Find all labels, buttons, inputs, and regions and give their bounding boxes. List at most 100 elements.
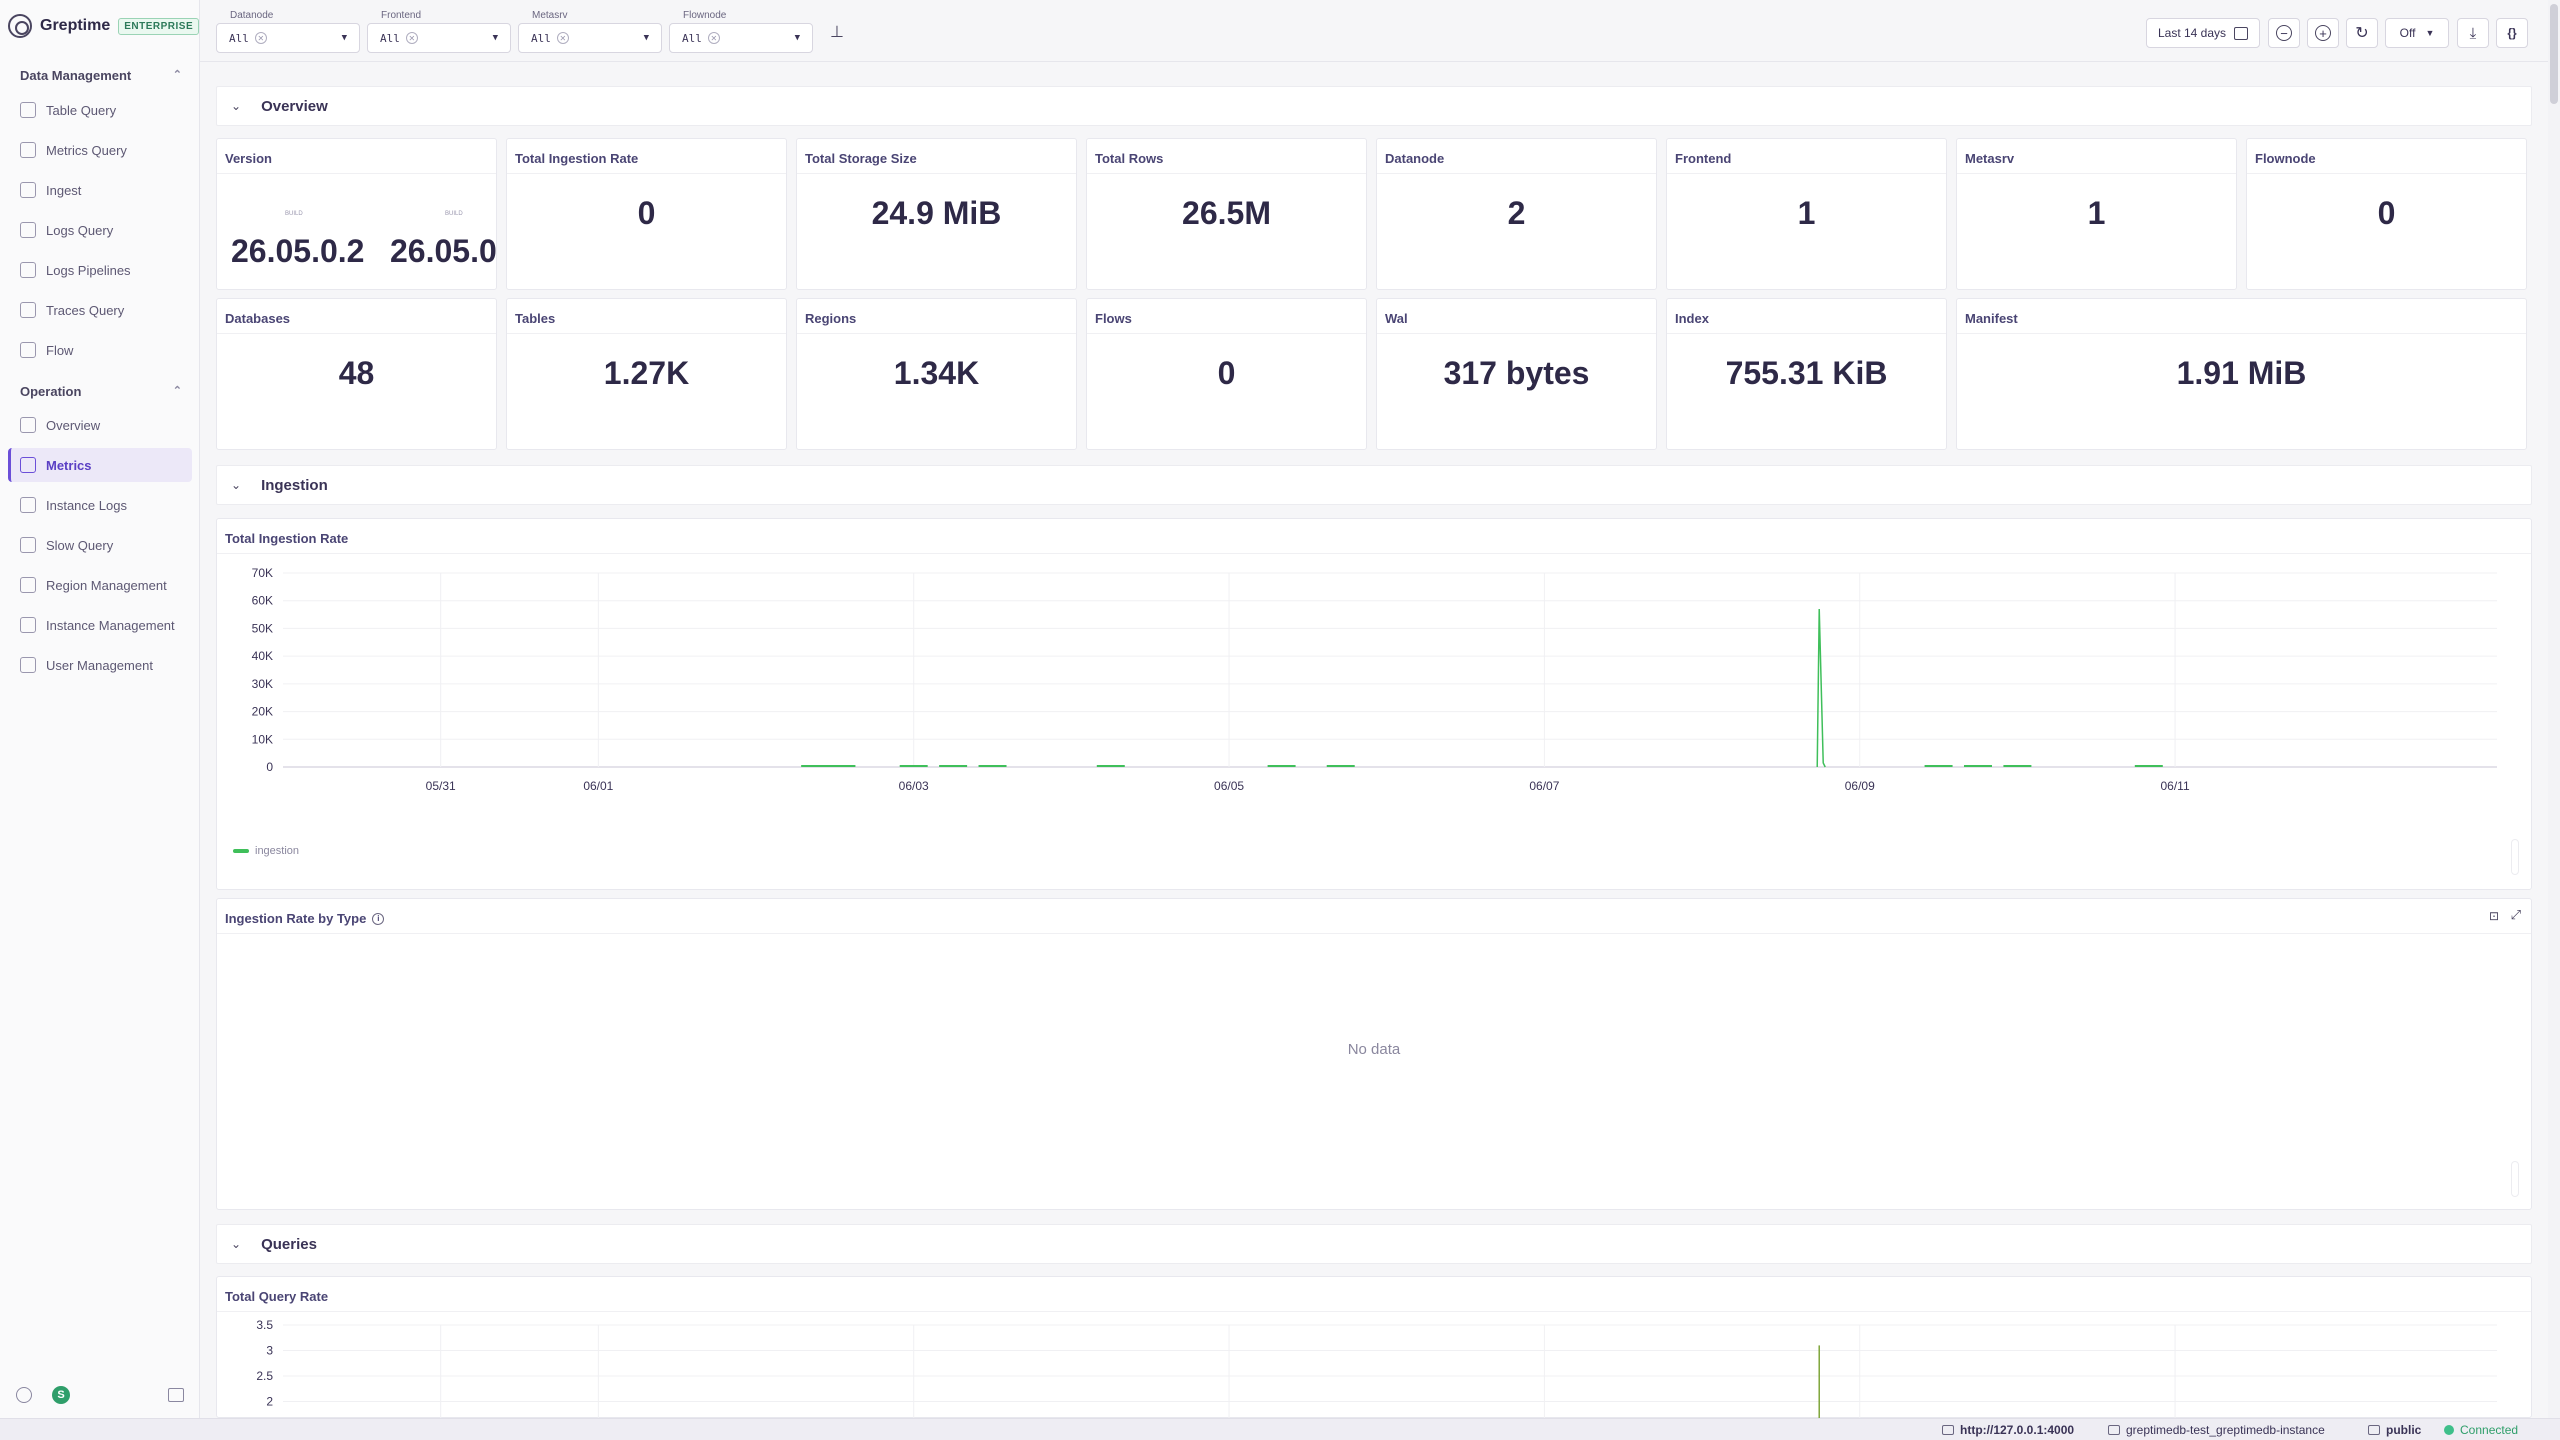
plus-circle-icon: +	[2315, 25, 2331, 41]
braces-icon: {}	[2507, 26, 2517, 40]
clear-icon[interactable]: ✕	[556, 32, 569, 44]
edition-badge: ENTERPRISE	[118, 17, 200, 35]
filter-frontend-select[interactable]: All ✕ ▼	[367, 23, 511, 53]
sidebar-item-ingest[interactable]: Ingest	[8, 173, 192, 207]
zoom-in-button[interactable]: +	[2307, 18, 2339, 48]
section-header-ingestion[interactable]: ⌄ Ingestion	[216, 465, 2532, 505]
panel-total-query-rate: Total Query Rate 2 2.5 3 3.5	[216, 1276, 2532, 1419]
sidebar-item-table-query[interactable]: Table Query	[8, 93, 192, 127]
no-data-message: No data	[1347, 1041, 1401, 1058]
user-icon	[20, 657, 36, 673]
sidebar-item-logs-query[interactable]: Logs Query	[8, 213, 192, 247]
chart-legend[interactable]: ingestion	[233, 845, 299, 857]
layers-icon	[20, 302, 36, 318]
sidebar-item-traces-query[interactable]: Traces Query	[8, 293, 192, 327]
sidebar-item-user-management[interactable]: User Management	[8, 648, 192, 682]
stat-value: 26.5M	[1182, 195, 1271, 231]
sidebar-item-flow[interactable]: Flow	[8, 333, 192, 367]
avatar[interactable]: S	[52, 1386, 70, 1404]
clear-icon[interactable]: ✕	[405, 32, 418, 44]
section-header-queries[interactable]: ⌄ Queries	[216, 1224, 2532, 1264]
card-total-ingestion-rate: Total Ingestion Rate 0	[506, 138, 787, 290]
time-range-picker[interactable]: Last 14 days	[2146, 18, 2260, 48]
card-flows: Flows 0	[1086, 298, 1367, 450]
sidebar-item-logs-pipelines[interactable]: Logs Pipelines	[8, 253, 192, 287]
filter-datanode-select[interactable]: All ✕ ▼	[216, 23, 360, 53]
sidebar-item-instance-management[interactable]: Instance Management	[8, 608, 192, 642]
stat-value: 1.27K	[603, 355, 690, 391]
sidebar-item-metrics-query[interactable]: Metrics Query	[8, 133, 192, 167]
stat-value: 1	[2087, 195, 2106, 231]
stat-value: 317 bytes	[1443, 355, 1590, 391]
panel-scroll-handle[interactable]	[2511, 1161, 2519, 1197]
stat-value: 0	[1217, 355, 1236, 391]
pin-icon[interactable]: ⊥	[830, 22, 844, 42]
filter-metasrv-select[interactable]: All ✕ ▼	[518, 23, 662, 53]
sidebar-item-instance-logs[interactable]: Instance Logs	[8, 488, 192, 522]
clear-icon[interactable]: ✕	[254, 32, 267, 44]
sidebar: Greptime ENTERPRISE Data Management ⌃ Tab…	[0, 0, 200, 1418]
panel-scroll-handle[interactable]	[2511, 839, 2519, 875]
y-tick-label: 40K	[252, 649, 273, 663]
y-tick-label: 50K	[252, 621, 273, 635]
brand-name: Greptime	[40, 17, 111, 34]
upload-icon	[20, 182, 36, 198]
card-metasrv: Metasrv 1	[1956, 138, 2237, 290]
version-value-1: 26.05.0.2	[231, 233, 365, 269]
section-header-overview[interactable]: ⌄ Overview	[216, 86, 2532, 126]
status-host[interactable]: http://127.0.0.1:4000	[1942, 1423, 2074, 1437]
collapse-sidebar-icon[interactable]	[168, 1388, 184, 1402]
x-tick-label: 06/07	[1529, 779, 1559, 793]
inspect-icon[interactable]: ⊡	[2489, 909, 2499, 923]
expand-icon[interactable]: ⤢	[2511, 907, 2521, 923]
zoom-out-button[interactable]: −	[2268, 18, 2300, 48]
stat-value: 1.34K	[893, 355, 980, 391]
card-datanode: Datanode 2	[1376, 138, 1657, 290]
gauge-icon	[20, 537, 36, 553]
database-icon	[2368, 1425, 2380, 1435]
stat-value: 48	[338, 355, 375, 391]
y-tick-label: 3.5	[256, 1318, 273, 1332]
card-version: Version BUILD BUILD 26.05.0.2 26.05.0	[216, 138, 497, 290]
region-icon	[20, 577, 36, 593]
y-tick-label: 60K	[252, 594, 273, 608]
section-data-management[interactable]: Data Management ⌃	[20, 68, 182, 83]
filter-flownode: Flownode All ✕ ▼	[669, 10, 813, 53]
download-button[interactable]: ⤓	[2457, 18, 2489, 48]
chart-icon	[20, 142, 36, 158]
sidebar-item-metrics[interactable]: Metrics	[8, 448, 192, 482]
sidebar-item-region-management[interactable]: Region Management	[8, 568, 192, 602]
x-tick-label: 06/03	[899, 779, 929, 793]
globe-icon[interactable]	[16, 1387, 32, 1403]
stat-value: 0	[637, 195, 656, 231]
refresh-button[interactable]: ↻	[2346, 18, 2378, 48]
refresh-interval-select[interactable]: Off ▼	[2385, 18, 2449, 48]
filter-frontend: Frontend All ✕ ▼	[367, 10, 511, 53]
pipeline-icon	[20, 262, 36, 278]
overview-icon	[20, 417, 36, 433]
filter-flownode-select[interactable]: All ✕ ▼	[669, 23, 813, 53]
section-operation[interactable]: Operation ⌃	[20, 384, 182, 399]
stat-value: 0	[2377, 195, 2396, 231]
scrollbar-thumb[interactable]	[2550, 4, 2558, 104]
card-manifest: Manifest 1.91 MiB	[1956, 298, 2527, 450]
card-databases: Databases 48	[216, 298, 497, 450]
info-icon[interactable]: i	[372, 912, 385, 925]
filter-metasrv: Metasrv All ✕ ▼	[518, 10, 662, 53]
clear-icon[interactable]: ✕	[707, 32, 720, 44]
page-scrollbar[interactable]	[2548, 0, 2560, 1418]
logo[interactable]: Greptime ENTERPRISE	[8, 14, 200, 38]
card-frontend: Frontend 1	[1666, 138, 1947, 290]
json-view-button[interactable]: {}	[2496, 18, 2528, 48]
y-tick-label: 70K	[252, 566, 273, 580]
status-instance[interactable]: greptimedb-test_greptimedb-instance	[2108, 1423, 2325, 1437]
card-flownode: Flownode 0	[2246, 138, 2527, 290]
server-icon	[20, 617, 36, 633]
chevron-down-icon: ⌄	[231, 1237, 242, 1251]
y-tick-label: 10K	[252, 732, 273, 746]
status-database[interactable]: public	[2368, 1423, 2421, 1437]
sidebar-item-slow-query[interactable]: Slow Query	[8, 528, 192, 562]
card-tables: Tables 1.27K	[506, 298, 787, 450]
sidebar-item-overview[interactable]: Overview	[8, 408, 192, 442]
x-tick-label: 06/09	[1845, 779, 1875, 793]
